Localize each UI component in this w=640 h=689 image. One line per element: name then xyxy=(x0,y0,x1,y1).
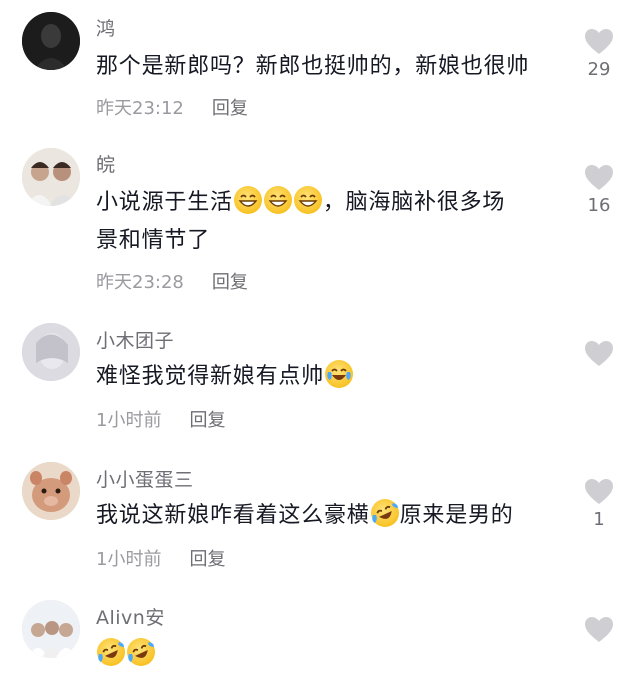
heart-icon xyxy=(585,165,613,190)
like-button[interactable]: 1 xyxy=(582,478,616,530)
comment-meta: 1小时前 回复 xyxy=(96,545,225,571)
avatar[interactable] xyxy=(22,323,80,381)
reply-button[interactable]: 回复 xyxy=(189,549,225,570)
comment-time: 1小时前 xyxy=(96,549,162,570)
comment-username[interactable]: 鸿 xyxy=(96,14,116,41)
comment-text-part: 原来是男的 xyxy=(399,503,514,528)
heart-icon xyxy=(585,479,613,504)
comment-meta: 1小时前 回复 xyxy=(96,406,225,432)
comment-text: 我说这新娘咋看着这么豪横 原来是男的 xyxy=(96,497,566,535)
comment-text-part: 我说这新娘咋看着这么豪横 xyxy=(96,503,370,528)
avatar-image xyxy=(22,323,80,381)
like-count: 16 xyxy=(587,195,611,216)
like-count: 1 xyxy=(593,509,605,530)
reply-button[interactable]: 回复 xyxy=(189,410,225,431)
rolling-laugh-emoji xyxy=(370,499,399,527)
avatar-image xyxy=(22,600,80,658)
reply-button[interactable]: 回复 xyxy=(212,272,248,293)
heart-icon xyxy=(585,29,613,54)
laugh-cry-emoji xyxy=(325,360,354,388)
comment-time: 1小时前 xyxy=(96,410,162,431)
grin-emoji xyxy=(293,186,322,214)
comment-text xyxy=(96,636,566,674)
rolling-laugh-emoji xyxy=(127,638,155,666)
grin-emoji xyxy=(233,186,262,214)
like-button[interactable]: 29 xyxy=(582,28,616,80)
comment-text: 那个是新郎吗？新郎也挺帅的，新娘也很帅 xyxy=(96,48,566,86)
avatar[interactable] xyxy=(22,12,80,70)
comment-username[interactable]: 皖 xyxy=(96,150,116,177)
comment-time: 昨天23:28 xyxy=(96,272,184,293)
comment-username[interactable]: 小小蛋蛋三 xyxy=(96,465,194,492)
comment-text-part: ，脑海脑补很多场 xyxy=(322,190,506,215)
comment-text-part: 景和情节了 xyxy=(96,228,211,253)
comment-time: 昨天23:12 xyxy=(96,98,184,119)
avatar-image xyxy=(22,148,80,206)
comment-text: 难怪我觉得新娘有点帅 xyxy=(96,358,566,396)
comment-meta: 昨天23:12 回复 xyxy=(96,94,248,120)
like-button[interactable] xyxy=(582,340,616,367)
avatar[interactable] xyxy=(22,462,80,520)
heart-icon xyxy=(585,617,613,642)
like-button[interactable] xyxy=(582,616,616,643)
reply-button[interactable]: 回复 xyxy=(212,98,248,119)
like-count: 29 xyxy=(587,59,611,80)
like-button[interactable]: 16 xyxy=(582,164,616,216)
avatar-image xyxy=(22,462,80,520)
comment-text: 小说源于生活 ，脑海脑补很多场景和情节了 xyxy=(96,184,566,260)
heart-icon xyxy=(585,341,613,366)
comment-text-part: 那个是新郎吗？新郎也挺帅的，新娘也很帅 xyxy=(96,54,530,79)
comment-meta: 昨天23:28 回复 xyxy=(96,268,248,294)
avatar[interactable] xyxy=(22,148,80,206)
avatar[interactable] xyxy=(22,600,80,658)
comment-username[interactable]: Alivn安 xyxy=(96,603,165,630)
comment-username[interactable]: 小木团子 xyxy=(96,326,174,353)
grin-emoji xyxy=(263,186,292,214)
comment-text-part: 难怪我觉得新娘有点帅 xyxy=(96,364,325,389)
comment-text-part: 小说源于生活 xyxy=(96,190,233,215)
rolling-laugh-emoji xyxy=(97,638,125,666)
avatar-image xyxy=(22,12,80,70)
